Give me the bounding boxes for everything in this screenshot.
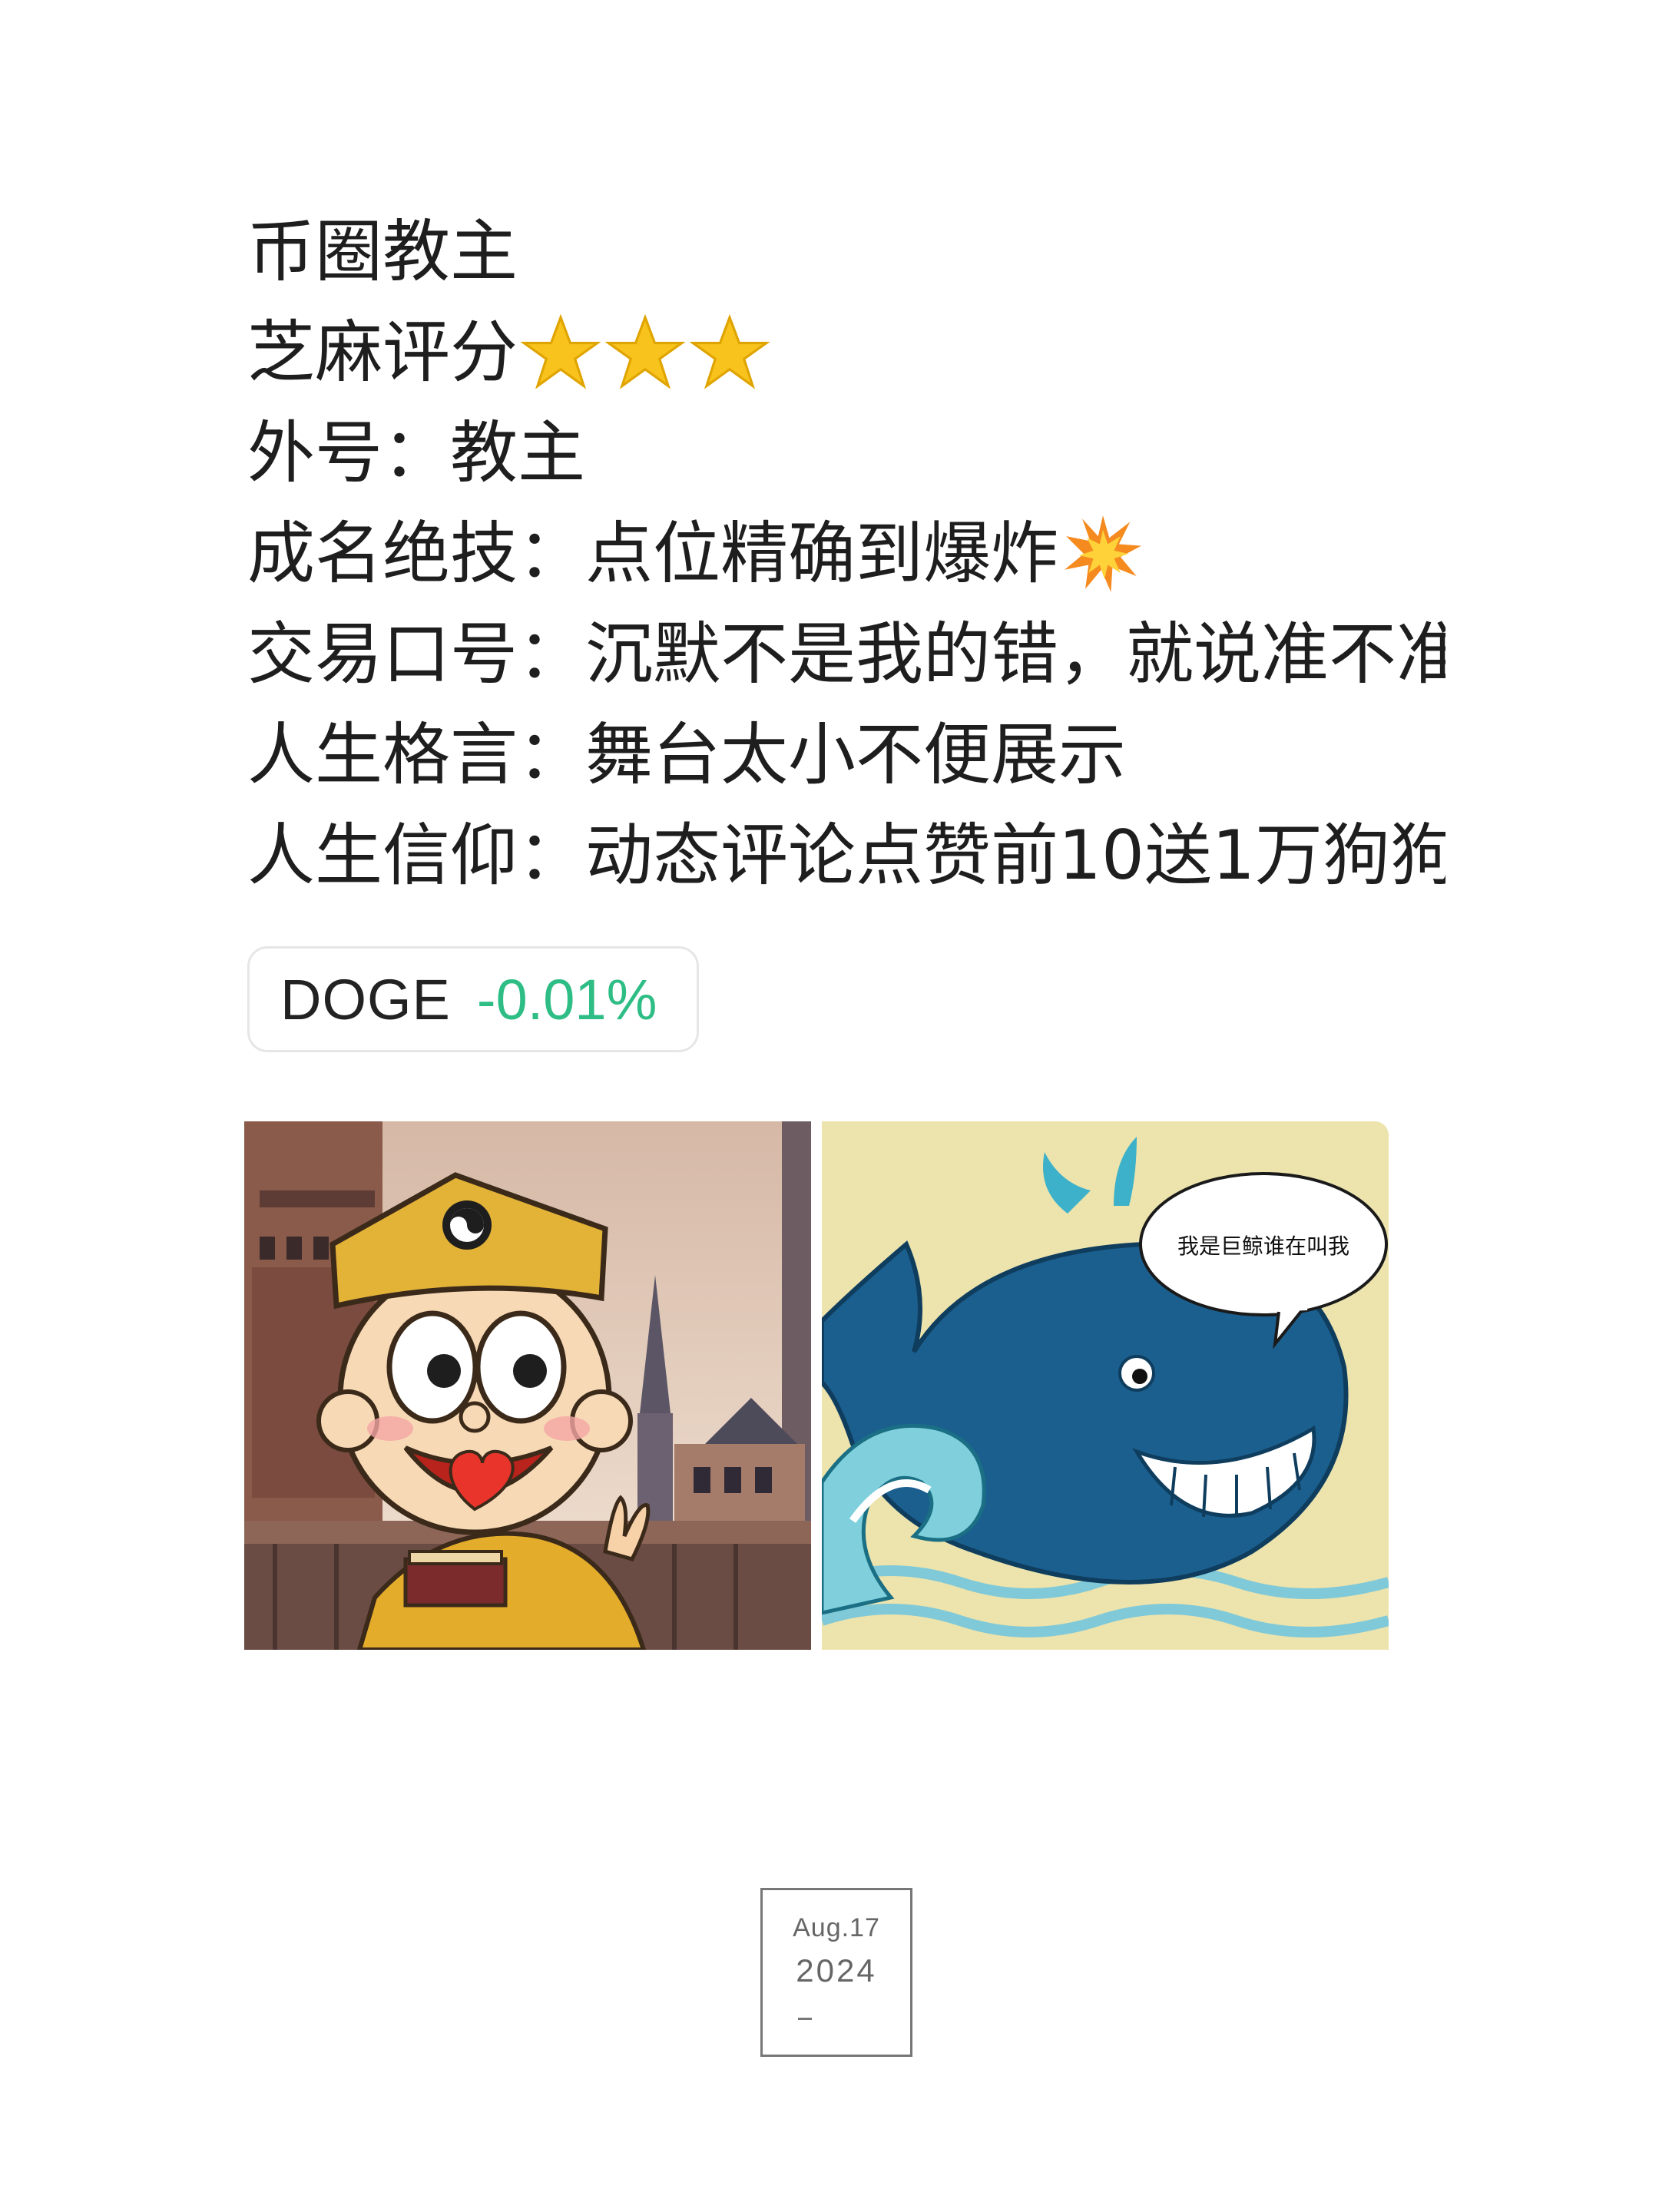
- skill-value: 点位精确到爆炸: [585, 514, 1059, 593]
- slogan-value: 沉默不是我的错，就说准不准: [585, 614, 1445, 694]
- date-month-day: Aug.17: [793, 1913, 880, 1942]
- title-text: 币圈教主: [247, 212, 518, 291]
- rating-line: 芝麻评分: [247, 302, 1445, 402]
- motto-value: 舞台太小不便展示: [585, 715, 1127, 794]
- date-dash: [798, 2018, 812, 2020]
- star-icon: [521, 313, 601, 389]
- rating-label: 芝麻评分: [247, 313, 518, 392]
- belief-line: 人生信仰： 动态评论点赞前10送1万狗狗币: [247, 805, 1445, 906]
- ticker-symbol: DOGE: [280, 967, 451, 1031]
- motto-label: 人生格言：: [247, 715, 586, 794]
- ticker-chip[interactable]: DOGE -0.01%: [247, 946, 699, 1052]
- monk-cartoon-image[interactable]: [244, 1121, 811, 1650]
- slogan-line: 交易口号： 沉默不是我的错，就说准不准: [247, 604, 1445, 704]
- nickname-value: 教主: [450, 413, 586, 492]
- ticker-change: -0.01%: [476, 967, 657, 1031]
- whale-cartoon-image[interactable]: 我是巨鲸谁在叫我: [822, 1121, 1389, 1650]
- skill-line: 成名绝技： 点位精确到爆炸: [247, 503, 1445, 604]
- image-grid: 我是巨鲸谁在叫我: [244, 1121, 1389, 1650]
- rating-stars: [521, 313, 770, 392]
- explosion-icon: [1065, 515, 1141, 592]
- belief-label: 人生信仰：: [247, 816, 586, 895]
- post-title: 币圈教主: [247, 201, 1445, 302]
- motto-line: 人生格言： 舞台太小不便展示: [247, 704, 1445, 805]
- whale-speech-text: 我是巨鲸谁在叫我: [1177, 1233, 1349, 1259]
- belief-value: 动态评论点赞前10送1万狗狗币: [585, 816, 1445, 895]
- nickname-label: 外号：: [247, 413, 451, 492]
- date-year: 2024: [796, 1952, 877, 1988]
- date-stamp: Aug.17 2024: [760, 1888, 912, 2057]
- star-icon: [690, 313, 770, 389]
- nickname-line: 外号： 教主: [247, 402, 1445, 503]
- slogan-label: 交易口号：: [247, 614, 586, 694]
- skill-label: 成名绝技：: [247, 514, 586, 593]
- post-text: 币圈教主 芝麻评分 外号： 教主 成名绝技： 点位精确到爆炸 交易口号： 沉默不是我的…: [247, 201, 1445, 906]
- star-icon: [605, 313, 686, 389]
